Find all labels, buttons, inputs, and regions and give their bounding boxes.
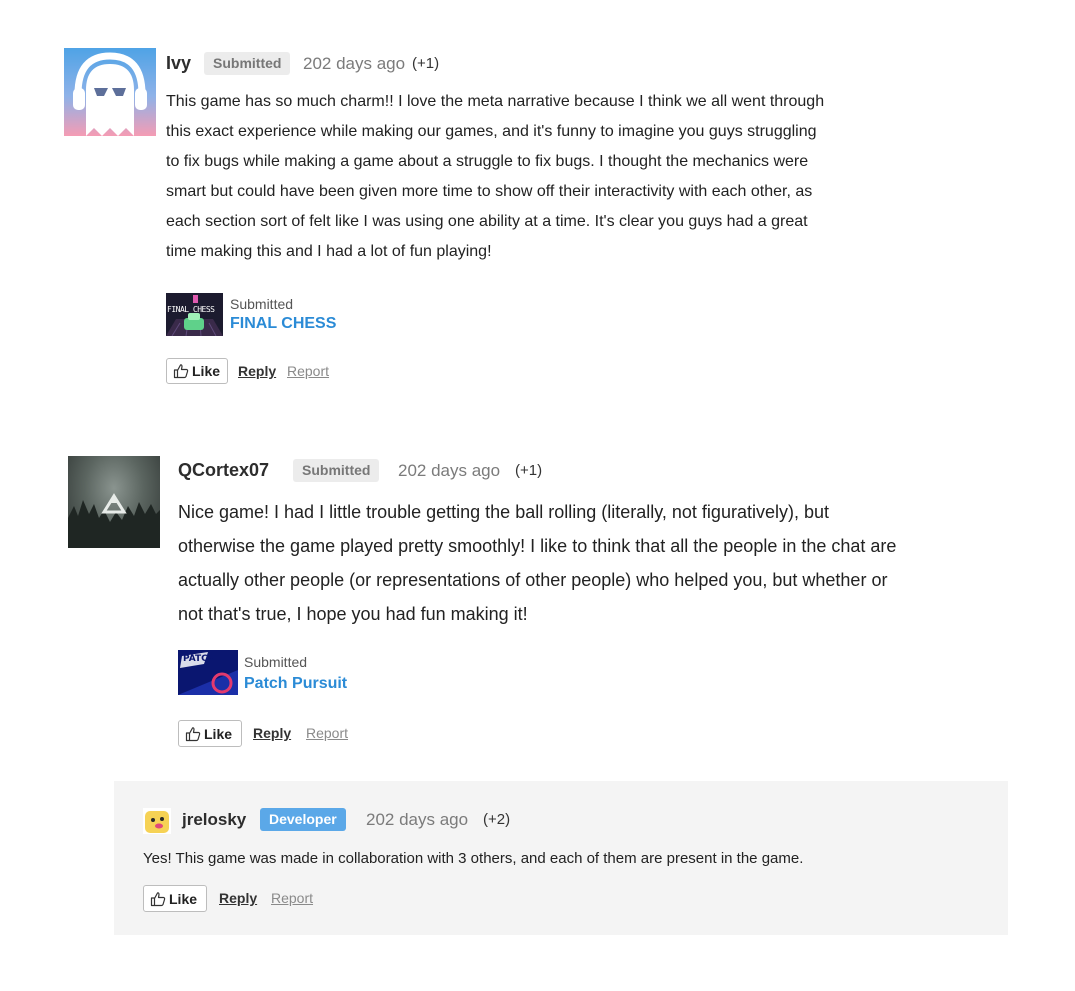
comment-timestamp[interactable]: 202 days ago xyxy=(398,461,500,481)
game-submitted-label: Submitted xyxy=(244,654,308,670)
game-thumbnail-final-chess[interactable]: FINAL CHESS xyxy=(166,293,223,336)
comment-body-line: time making this and I had a lot of fun … xyxy=(166,243,492,260)
comment-body-line: this exact experience while making our g… xyxy=(166,123,817,140)
avatar-qcortex07[interactable] xyxy=(68,456,160,548)
submitted-badge: Submitted xyxy=(204,52,291,75)
like-label: Like xyxy=(204,725,233,742)
comment-username[interactable]: Ivy xyxy=(166,53,191,74)
game-link-final-chess[interactable]: FINAL CHESS xyxy=(230,315,336,333)
final-chess-thumbnail-art xyxy=(166,293,223,336)
comment-body: Nice game! I had I little trouble gettin… xyxy=(178,495,1018,631)
thumbs-up-icon xyxy=(173,364,189,379)
comment-username[interactable]: QCortex07 xyxy=(178,460,269,481)
forest-triangle-icon xyxy=(68,493,160,548)
report-link[interactable]: Report xyxy=(287,363,329,379)
avatar-ivy[interactable] xyxy=(64,48,156,136)
ghost-headphones-icon xyxy=(73,52,147,136)
reply-username[interactable]: jrelosky xyxy=(182,810,246,830)
like-label: Like xyxy=(169,890,198,907)
comment-body-line: actually other people (or representation… xyxy=(178,570,888,590)
thumbs-up-icon xyxy=(185,726,201,741)
game-link-patch-pursuit[interactable]: Patch Pursuit xyxy=(244,675,347,693)
report-link[interactable]: Report xyxy=(271,890,313,906)
smiley-face-icon xyxy=(145,811,169,833)
comment-body-line: to fix bugs while making a game about a … xyxy=(166,153,809,170)
submitted-badge: Submitted xyxy=(293,459,380,482)
like-button[interactable]: Like xyxy=(143,885,207,912)
comment-body-line: each section sort of felt like I was usi… xyxy=(166,213,808,230)
reply-votes: (+2) xyxy=(483,811,511,828)
comment-timestamp[interactable]: 202 days ago xyxy=(303,54,405,74)
thumbnail-title-text: FINAL CHESS xyxy=(167,305,215,314)
game-thumbnail-patch-pursuit[interactable]: PATCH xyxy=(178,650,238,695)
comment-body: This game has so much charm!! I love the… xyxy=(166,87,966,267)
reply-timestamp[interactable]: 202 days ago xyxy=(366,810,468,830)
comment-votes: (+1) xyxy=(515,462,543,479)
like-label: Like xyxy=(192,363,221,379)
like-button[interactable]: Like xyxy=(166,358,228,384)
game-submitted-label: Submitted xyxy=(230,296,294,312)
like-button[interactable]: Like xyxy=(178,720,242,747)
avatar-jrelosky[interactable] xyxy=(143,808,171,834)
thumbs-up-icon xyxy=(150,891,166,906)
comment-body-line: smart but could have been given more tim… xyxy=(166,183,813,200)
comment-body-line: This game has so much charm!! I love the… xyxy=(166,93,825,110)
reply-link[interactable]: Reply xyxy=(253,725,291,741)
comment-votes: (+1) xyxy=(412,55,440,72)
reply-body: Yes! This game was made in collaboration… xyxy=(143,850,804,867)
developer-badge: Developer xyxy=(260,808,346,831)
comment-body-line: not that's true, I hope you had fun maki… xyxy=(178,604,528,624)
report-link[interactable]: Report xyxy=(306,725,348,741)
comment-body-line: otherwise the game played pretty smoothl… xyxy=(178,536,897,556)
reply-link[interactable]: Reply xyxy=(219,890,257,906)
thumbnail-title-text: PATCH xyxy=(183,654,216,664)
comment-body-line: Nice game! I had I little trouble gettin… xyxy=(178,502,829,522)
reply-link[interactable]: Reply xyxy=(238,363,276,379)
